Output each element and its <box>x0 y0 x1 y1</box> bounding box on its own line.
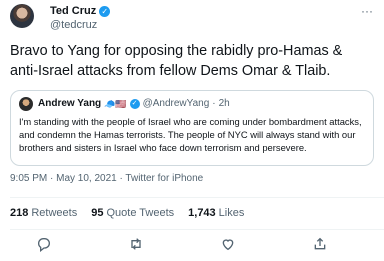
likes-count: 1,743 <box>188 207 216 219</box>
quoted-verified-badge-icon: ✓ <box>129 99 140 109</box>
quoted-tweet[interactable]: Andrew Yang 🧢🇺🇸 ✓ @AndrewYang · 2h I'm s… <box>10 90 374 166</box>
quotes-label: Quote Tweets <box>106 207 175 219</box>
retweets-count: 218 <box>10 207 29 219</box>
quotes-count: 95 <box>91 207 104 219</box>
quoted-tweet-text: I'm standing with the people of Israel w… <box>19 116 362 153</box>
action-bar <box>0 236 384 256</box>
divider <box>10 229 384 230</box>
tweet-timestamp[interactable]: 9:05 PM · May 10, 2021 · Twitter for iPh… <box>10 173 203 185</box>
quoted-author-emoji: 🧢🇺🇸 <box>104 99 127 109</box>
retweets-stat[interactable]: 218 Retweets <box>10 207 77 220</box>
quotes-stat[interactable]: 95 Quote Tweets <box>91 207 174 220</box>
author-handle[interactable]: @tedcruz <box>50 19 97 32</box>
quoted-tweet-header: Andrew Yang 🧢🇺🇸 ✓ @AndrewYang · 2h <box>19 97 230 111</box>
author-name[interactable]: Ted Cruz <box>50 5 96 18</box>
quoted-author-name: Andrew Yang <box>38 98 102 109</box>
verified-badge-icon: ✓ <box>99 6 111 17</box>
retweets-label: Retweets <box>31 207 78 219</box>
author-name-row[interactable]: Ted Cruz ✓ <box>50 5 111 18</box>
like-icon[interactable] <box>220 236 240 256</box>
author-avatar[interactable] <box>10 4 34 28</box>
divider <box>10 197 384 198</box>
reply-icon[interactable] <box>36 236 56 256</box>
quoted-author-handle: @AndrewYang <box>142 98 210 109</box>
likes-label: Likes <box>218 207 245 219</box>
quoted-separator: · <box>212 98 216 109</box>
quoted-timestamp[interactable]: 2h <box>219 98 230 110</box>
tweet-text: Bravo to Yang for opposing the rabidly p… <box>10 43 343 79</box>
retweet-icon[interactable] <box>128 236 148 256</box>
likes-stat[interactable]: 1,743 Likes <box>188 207 244 220</box>
tweet-card: Ted Cruz ✓ @tedcruz ··· Bravo to Yang fo… <box>0 0 384 261</box>
quoted-author-avatar <box>19 97 33 111</box>
share-icon[interactable] <box>312 236 332 256</box>
more-options-icon[interactable]: ··· <box>361 4 373 18</box>
engagement-stats: 218 Retweets 95 Quote Tweets 1,743 Likes <box>10 207 244 220</box>
